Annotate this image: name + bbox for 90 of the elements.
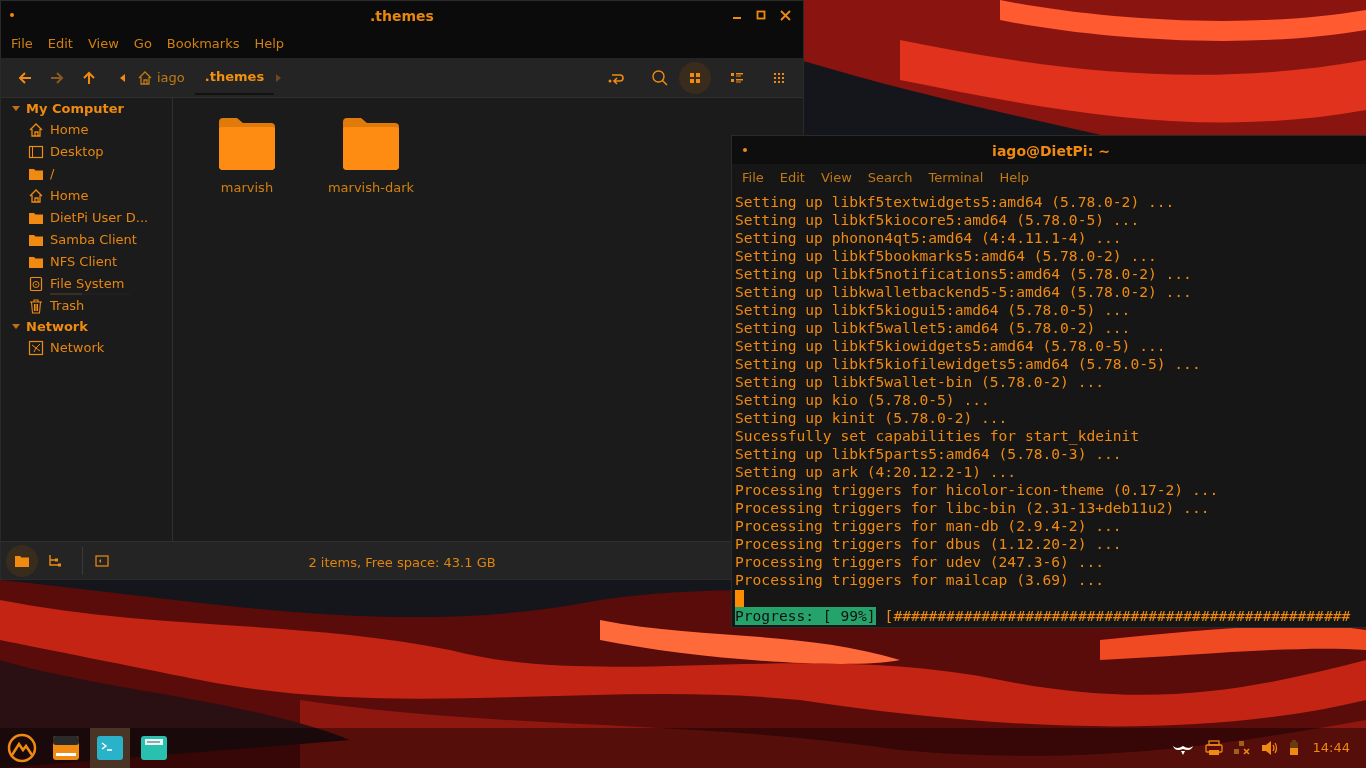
app-menu-icon [6,732,38,764]
menu-item[interactable]: Go [126,33,159,54]
terminal-line: Processing triggers for man-db (2.9.4-2) ... [735,517,1123,535]
terminal-line: Setting up libkf5kiofilewidgets5:amd64 (5.78.0-5) ... [735,355,1202,373]
left-caret-icon[interactable] [119,72,127,83]
menu-item[interactable]: File [4,33,40,54]
menu-item[interactable]: Edit [40,33,80,54]
clock[interactable]: 14:44 [1312,738,1350,758]
terminal-line: Processing triggers for hicolor-icon-theme (0.17-2) ... [735,481,1220,499]
sidebar-item[interactable]: File System [50,276,125,292]
file-name[interactable]: marvish-dark [327,178,415,198]
terminal-line: Setting up kinit (5.78.0-2) ... [735,409,1009,427]
terminal-line: Processing triggers for dbus (1.12.20-2) ... [735,535,1123,553]
menu-item[interactable]: Search [860,168,920,188]
terminal-cursor [735,589,744,607]
expanded-caret-icon[interactable] [11,105,21,113]
terminal-line: Setting up libkf5wallet5:amd64 (5.78.0-2) ... [735,319,1132,337]
sidebar-item[interactable]: Home [50,122,89,138]
terminal-line: Setting up libkf5notifications5:amd64 (5.78.0-2) ... [735,265,1193,283]
grid-view-icon [688,70,702,85]
maximize-icon[interactable] [756,10,766,20]
terminal-line: Setting up libkf5wallet-bin (5.78.0-2) ... [735,373,1106,391]
menu-item[interactable]: Terminal [921,168,991,188]
grid-view-button[interactable] [679,61,711,94]
folder-icon [28,232,44,248]
sidebar-item[interactable]: Home [50,188,89,204]
window-title: iago@DietPi: ~ [992,142,1110,161]
terminal-line: Setting up ark (4:20.12.2-1) ... [735,463,1018,481]
menu-item[interactable]: Help [247,33,292,54]
breadcrumb-button[interactable]: iago [127,60,195,95]
section-heading[interactable]: My Computer [26,99,124,119]
home-icon [28,188,44,204]
places-button[interactable] [6,544,38,577]
sidebar-item[interactable]: / [50,166,55,182]
breadcrumb-button[interactable]: .themes [194,60,275,95]
progress-label: Progress: [ 99%] [735,607,876,625]
home-icon [137,69,153,86]
file-name[interactable]: marvish [220,178,274,198]
search-icon[interactable] [651,68,669,87]
home-icon [28,122,44,138]
terminal-line: Setting up libkf5kiocore5:amd64 (5.78.0-5) ... [735,211,1141,229]
terminal-line: Setting up libkwalletbackend5-5:amd64 (5.78.0-2) ... [735,283,1193,301]
film-strip-icon [28,144,44,160]
list-view-icon [730,70,744,85]
sidebar-item[interactable]: Desktop [50,144,104,160]
menu-item[interactable]: File [735,168,771,188]
menu-item[interactable]: View [813,168,859,188]
terminal-line: Processing triggers for udev (247.3-6) ... [735,553,1106,571]
terminal-line: Setting up libkf5parts5:amd64 (5.78.0-3) ... [735,445,1123,463]
sidebar-item[interactable]: Trash [50,298,85,314]
folder-icon[interactable] [217,116,277,172]
network-offline-icon[interactable] [1232,740,1251,756]
terminal-line: Sucessfully set capabilities for start_kdeinit [735,427,1141,445]
window-menu-dot-icon[interactable] [9,12,15,18]
folder-icon [28,254,44,270]
terminal-line: Setting up libkf5bookmarks5:amd64 (5.78.0-2) ... [735,247,1158,265]
terminal-line: Setting up libkf5kiogui5:amd64 (5.78.0-5) ... [735,301,1132,319]
terminal-line: Processing triggers for libc-bin (2.31-13+deb11u2) ... [735,499,1211,517]
sidebar-item[interactable]: NFS Client [50,254,117,270]
terminal-line: Processing triggers for mailcap (3.69) ... [735,571,1106,589]
printer-icon[interactable] [1204,740,1223,756]
volume-icon[interactable] [1260,740,1279,756]
close-icon[interactable] [780,9,791,21]
sidebar-item[interactable]: Network [50,340,105,356]
expanded-caret-icon[interactable] [11,323,21,331]
network-icon [28,340,44,356]
menu-item[interactable]: Edit [772,168,812,188]
tree-icon [46,552,62,569]
section-heading[interactable]: Network [26,317,88,337]
status-text: 2 items, Free space: 43.1 GB [308,554,496,572]
trash-icon [28,298,44,314]
terminal-line: Setting up kio (5.78.0-5) ... [735,391,991,409]
sidebar-item[interactable]: Samba Client [50,232,137,248]
window-title: .themes [370,7,434,26]
compact-view-icon [772,70,786,85]
menu-item[interactable]: View [80,33,126,54]
menu-item[interactable]: Bookmarks [159,33,247,54]
progress-hashes-text: [#################################################### [884,607,1351,625]
menu-item[interactable]: Help [992,168,1037,188]
terminal-line: Setting up phonon4qt5:amd64 (4:4.11.1-4) ... [735,229,1123,247]
terminal-line: Setting up libkf5textwidgets5:amd64 (5.78.0-2) ... [735,193,1176,211]
terminal-line: Setting up libkf5kiowidgets5:amd64 (5.78.0-5) ... [735,337,1167,355]
folder-icon [28,210,44,226]
sidebar-item[interactable]: DietPi User D... [50,210,149,226]
terminal-button[interactable] [90,728,130,768]
battery-icon[interactable] [1288,740,1299,756]
folder-icon [28,166,44,182]
folder-icon[interactable] [341,116,401,172]
window-menu-dot-icon[interactable] [742,147,748,153]
sidebar-toggle-icon[interactable] [95,554,109,567]
